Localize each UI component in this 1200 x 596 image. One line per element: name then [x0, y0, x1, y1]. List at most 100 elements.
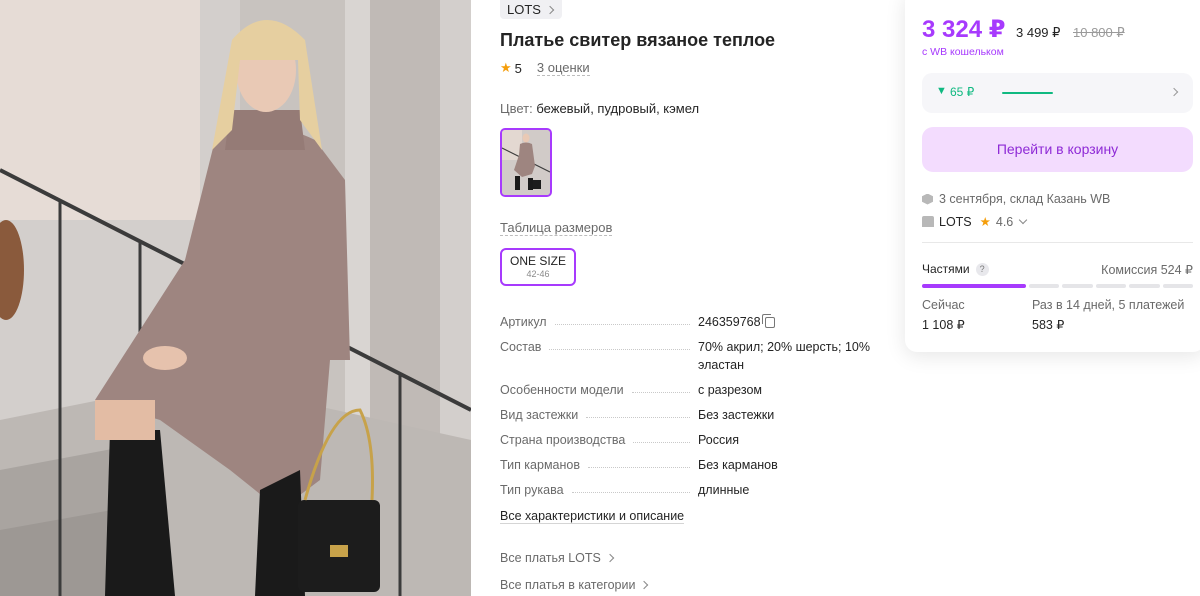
dotted-leader: [549, 338, 690, 350]
dotted-leader: [631, 381, 690, 393]
characteristic-label: Особенности модели: [500, 383, 624, 397]
size-range: 42-46: [526, 269, 550, 279]
characteristic-value: с разрезом: [698, 381, 880, 399]
characteristic-key: Вид застежки: [500, 406, 698, 424]
characteristic-row: Страна производства Россия: [500, 431, 880, 449]
characteristic-value: Без карманов: [698, 456, 880, 474]
characteristic-label: Тип рукава: [500, 483, 564, 497]
installment-segment: [1095, 284, 1127, 288]
cashback-block[interactable]: ▼ 65 ₽: [922, 73, 1193, 113]
characteristic-value-text: 246359768: [698, 315, 761, 329]
color-value: бежевый, пудровый, кэмел: [536, 101, 700, 116]
divider: [922, 242, 1193, 243]
installment-segment: [1162, 284, 1193, 288]
characteristic-key: Страна производства: [500, 431, 698, 449]
characteristic-key: Тип рукава: [500, 481, 698, 499]
go-to-cart-button[interactable]: Перейти в корзину: [922, 127, 1193, 172]
characteristic-label: Вид застежки: [500, 408, 579, 422]
characteristic-row: Состав 70% акрил; 20% шерсть; 10% эластан: [500, 338, 880, 374]
category-dresses-link[interactable]: Все платья в категории: [500, 578, 649, 592]
characteristic-label: Артикул: [500, 315, 547, 329]
installment-label: Частями: [922, 262, 970, 276]
delivery-text: 3 сентября, склад Казань WB: [939, 192, 1111, 206]
brand-chip-label: LOTS: [507, 1, 541, 17]
cashback-amount: 65 ₽: [950, 85, 975, 99]
dotted-leader: [633, 431, 690, 443]
installment-now-label: Сейчас: [922, 298, 965, 312]
characteristic-key: Особенности модели: [500, 381, 698, 399]
installment-commission: Комиссия 524 ₽: [1101, 263, 1193, 277]
characteristic-row: Вид застежки Без застежки: [500, 406, 880, 424]
characteristic-row: Тип рукава длинные: [500, 481, 880, 499]
dotted-leader: [586, 406, 690, 418]
characteristic-value: Россия: [698, 431, 880, 449]
chevron-right-icon: [640, 580, 649, 590]
size-name: ONE SIZE: [509, 254, 566, 268]
size-table-link[interactable]: Таблица размеров: [500, 220, 613, 236]
color-line: Цвет: бежевый, пудровый, кэмел: [500, 101, 699, 116]
brand-chip[interactable]: LOTS: [500, 0, 562, 19]
installment-segment: [1062, 284, 1093, 288]
characteristic-value-text: с разрезом: [698, 383, 762, 397]
characteristic-label: Состав: [500, 340, 542, 354]
product-photo[interactable]: [0, 0, 471, 596]
all-characteristics-link[interactable]: Все характеристики и описание: [500, 509, 685, 524]
characteristic-label: Тип карманов: [500, 458, 580, 472]
copy-icon[interactable]: [761, 314, 775, 328]
shop-icon: [922, 216, 934, 227]
dotted-leader: [571, 481, 690, 493]
product-title: Платье свитер вязаное теплое: [500, 30, 776, 50]
reviews-link[interactable]: 3 оценки: [536, 60, 590, 76]
chevron-right-icon: [545, 5, 555, 14]
characteristic-value: длинные: [698, 481, 880, 499]
characteristic-value-text: 70% акрил; 20% шерсть; 10% эластан: [698, 340, 870, 372]
characteristic-row: Тип карманов Без карманов: [500, 456, 880, 474]
chevron-right-icon: [605, 553, 615, 563]
seller-name: LOTS: [939, 214, 972, 229]
installment-progress: [922, 284, 1193, 288]
characteristic-key: Тип карманов: [500, 456, 698, 474]
characteristic-value-text: Без карманов: [698, 458, 778, 472]
characteristic-key: Артикул: [500, 313, 698, 331]
category-dresses-label: Все платья в категории: [500, 578, 636, 592]
characteristic-row: Артикул 246359768: [500, 313, 880, 331]
brand-dresses-link[interactable]: Все платья LOTS: [500, 551, 615, 565]
rating-value: 5: [514, 60, 522, 76]
rating-row: ★ 5 3 оценки: [500, 60, 590, 76]
color-label: Цвет:: [500, 101, 533, 116]
box-icon: [922, 193, 933, 205]
characteristic-value: 246359768: [698, 313, 880, 331]
star-icon: ★: [979, 215, 991, 229]
help-icon[interactable]: ?: [975, 262, 989, 276]
price-old: 10 800 ₽: [1073, 25, 1125, 40]
size-option-one-size[interactable]: ONE SIZE 42-46: [500, 248, 576, 286]
delivery-info: 3 сентября, склад Казань WB: [922, 192, 1110, 206]
installment-segment: [1129, 284, 1160, 288]
wallet-note[interactable]: с WB кошельком: [922, 46, 1004, 58]
installment-tab[interactable]: Частями ?: [922, 262, 989, 276]
price-regular: 3 499 ₽: [1016, 25, 1061, 40]
characteristic-value-text: длинные: [698, 483, 750, 497]
arrow-down-icon: ▼: [936, 85, 947, 97]
characteristic-label: Страна производства: [500, 433, 626, 447]
chevron-right-icon: [1169, 87, 1179, 97]
characteristic-value: Без застежки: [698, 406, 880, 424]
seller-info[interactable]: LOTS ★ 4.6: [922, 214, 1028, 229]
dotted-leader: [554, 313, 690, 325]
characteristic-value: 70% акрил; 20% шерсть; 10% эластан: [698, 338, 880, 374]
chevron-down-icon: [1019, 215, 1028, 224]
product-photo-illustration: [0, 0, 471, 596]
installment-segment: [922, 284, 1026, 288]
color-variant-thumbnail[interactable]: [500, 128, 552, 197]
characteristic-value-text: Без застежки: [698, 408, 775, 422]
characteristics-list: Артикул 246359768 Состав 70% акрил; 20% шер…: [500, 313, 880, 506]
seller-rating: 4.6: [995, 214, 1014, 229]
characteristic-value-text: Россия: [698, 433, 739, 447]
star-icon: ★: [500, 60, 512, 75]
installment-segment: [1028, 284, 1060, 288]
installment-later-value: 583 ₽: [1032, 318, 1065, 332]
price-wallet: 3 324 ₽: [922, 16, 1006, 43]
thumbnail-illustration: [502, 130, 550, 195]
brand-dresses-label: Все платья LOTS: [500, 551, 601, 565]
characteristic-row: Особенности модели с разрезом: [500, 381, 880, 399]
